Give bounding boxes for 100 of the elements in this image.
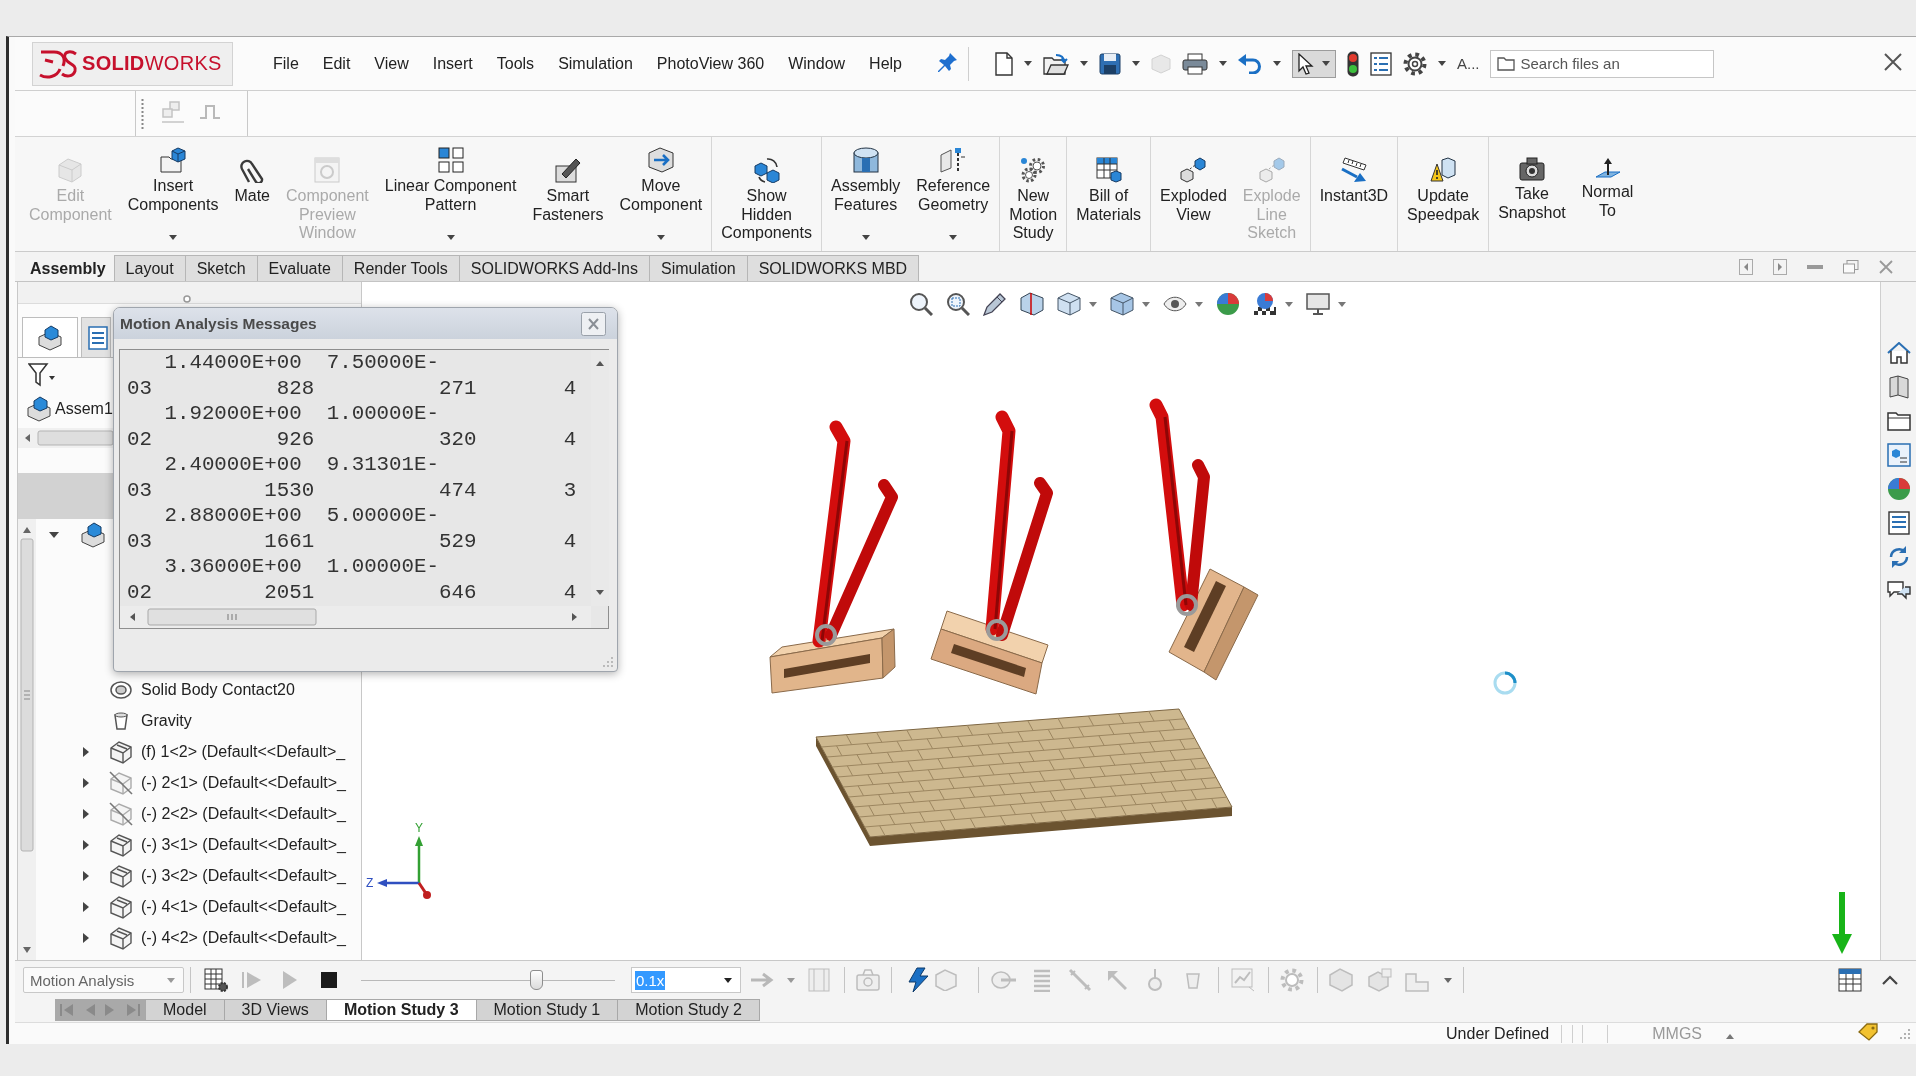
caret-icon[interactable] (1322, 61, 1330, 66)
lightning-icon[interactable] (906, 967, 930, 993)
caret-icon[interactable] (1024, 61, 1032, 66)
tree-item-label[interactable]: Gravity (141, 711, 192, 730)
caret-icon[interactable] (724, 977, 732, 983)
menu-item[interactable]: PhotoView 360 (656, 54, 765, 73)
command-tab[interactable]: SOLIDWORKS MBD (746, 255, 920, 281)
study-tab[interactable]: Model (145, 999, 225, 1021)
home-icon[interactable] (1886, 342, 1911, 364)
traffic-light-icon[interactable] (1347, 50, 1359, 77)
command-button[interactable]: New Motion Study (1001, 137, 1066, 252)
view-cube-icon[interactable] (1057, 292, 1081, 316)
command-tab[interactable]: Evaluate (256, 255, 343, 281)
select-button[interactable] (1292, 49, 1336, 78)
command-button[interactable]: Mate (226, 137, 278, 252)
tree-item-label[interactable]: (-) 2<2> (Default<<Default>_ (141, 804, 346, 823)
window-cube-icon[interactable] (1886, 443, 1911, 467)
undo-arrow-icon[interactable] (1238, 53, 1262, 74)
command-button[interactable]: Smart Fasteners (524, 137, 612, 252)
close-icon[interactable] (1884, 52, 1902, 71)
command-button[interactable]: Assembly Features (822, 137, 909, 252)
list-icon[interactable] (1370, 51, 1392, 76)
expand-arrow-icon[interactable] (83, 870, 89, 881)
command-button[interactable]: Show Hidden Components (713, 137, 820, 252)
expand-arrow-icon[interactable] (83, 932, 89, 943)
command-tab[interactable]: Simulation (649, 255, 748, 281)
menu-item[interactable]: File (273, 54, 299, 73)
restore-icon[interactable] (1843, 259, 1859, 274)
pencil-icon[interactable] (983, 292, 1007, 316)
command-button[interactable]: Update Speedpak (1399, 137, 1488, 252)
expand-arrow-icon[interactable] (83, 901, 89, 912)
caret-icon[interactable] (1438, 61, 1446, 66)
caret-icon[interactable] (446, 235, 455, 240)
vertical-scrollbar[interactable] (18, 519, 36, 960)
expand-arrow-icon[interactable] (83, 777, 89, 788)
study-type-dropdown[interactable]: Motion Analysis (23, 967, 184, 993)
color-ball-icon[interactable] (1216, 292, 1240, 316)
expand-arrow-icon[interactable] (83, 839, 89, 850)
tree-item-label[interactable]: (-) 3<1> (Default<<Default>_ (141, 835, 346, 854)
collapse-caret-icon[interactable] (1882, 975, 1898, 985)
filter-icon[interactable] (28, 363, 56, 387)
caret-icon[interactable] (949, 235, 958, 240)
panel-tab[interactable] (22, 317, 78, 357)
command-button[interactable]: Insert Components (119, 137, 227, 252)
eye-icon[interactable] (1163, 296, 1187, 312)
command-button[interactable]: Take Snapshot (1490, 137, 1574, 252)
next-window-icon[interactable] (1773, 258, 1787, 275)
command-tab[interactable]: Sketch (184, 255, 258, 281)
handle-dot-icon[interactable] (183, 295, 191, 303)
command-button[interactable]: Bill of Materials (1068, 137, 1150, 252)
open-folder-icon[interactable] (1043, 52, 1069, 75)
magnifier-box-icon[interactable] (946, 292, 970, 316)
expand-arrow-icon[interactable] (83, 808, 89, 819)
ball-checker-icon[interactable] (1253, 292, 1277, 316)
search-input[interactable]: Search files an (1520, 55, 1701, 72)
tree-item-label[interactable]: Solid Body Contact20 (141, 680, 295, 699)
tree-item-label[interactable]: (-) 3<2> (Default<<Default>_ (141, 866, 346, 885)
magnifier-icon[interactable] (909, 292, 933, 316)
command-button[interactable]: Normal To (1573, 137, 1642, 252)
caret-icon[interactable] (1219, 61, 1227, 66)
caret-icon[interactable] (861, 235, 870, 240)
menu-item[interactable]: Edit (322, 54, 351, 73)
assembly-name[interactable]: Assem1 (55, 400, 113, 418)
slider-thumb[interactable] (530, 970, 544, 990)
search-field[interactable]: Search files an (1489, 49, 1714, 78)
study-tab[interactable]: Motion Study 3 (325, 999, 477, 1021)
section-cube-icon[interactable] (1020, 292, 1044, 316)
list-icon[interactable] (1887, 511, 1910, 535)
play-from-start-icon[interactable] (242, 971, 262, 989)
chat-bubbles-icon[interactable] (1886, 580, 1911, 602)
command-button[interactable]: Instant3D (1311, 137, 1397, 252)
tag-icon[interactable] (1858, 1022, 1878, 1041)
tree-item-label[interactable]: (f) 1<2> (Default<<Default>_ (141, 742, 346, 761)
command-tab[interactable]: SOLIDWORKS Add-Ins (458, 255, 650, 281)
new-document-icon[interactable] (995, 51, 1013, 76)
command-button[interactable]: Exploded View (1152, 137, 1235, 252)
menu-item[interactable]: Simulation (558, 54, 633, 73)
caret-icon[interactable] (1273, 61, 1281, 66)
pushpin-icon[interactable] (938, 51, 958, 72)
collapse-arrow-icon[interactable] (49, 531, 59, 538)
menu-item[interactable]: Window (788, 54, 846, 73)
color-ball-icon[interactable] (1886, 477, 1911, 501)
printer-icon[interactable] (1182, 52, 1208, 75)
table-gear-icon[interactable] (204, 968, 228, 992)
monitor-icon[interactable] (1306, 292, 1330, 316)
tree-item-label[interactable]: (-) 2<1> (Default<<Default>_ (141, 773, 346, 792)
command-tab[interactable]: Layout (113, 255, 186, 281)
settings-icon[interactable] (1403, 51, 1427, 76)
caret-icon[interactable] (1080, 61, 1088, 66)
grip-icon[interactable] (141, 98, 144, 129)
command-tab[interactable]: Render Tools (341, 255, 460, 281)
menu-item[interactable]: Insert (432, 54, 473, 73)
tree-item-label[interactable]: (-) 4<1> (Default<<Default>_ (141, 897, 346, 916)
panel-tab[interactable] (81, 317, 111, 357)
horizontal-scrollbar[interactable] (18, 428, 113, 448)
resize-grip-icon[interactable] (601, 655, 613, 667)
study-tab[interactable]: Motion Study 2 (617, 999, 760, 1021)
menu-item[interactable]: Help (869, 54, 902, 73)
resize-grip-icon[interactable] (1900, 1028, 1910, 1039)
table-icon[interactable] (1838, 968, 1862, 992)
